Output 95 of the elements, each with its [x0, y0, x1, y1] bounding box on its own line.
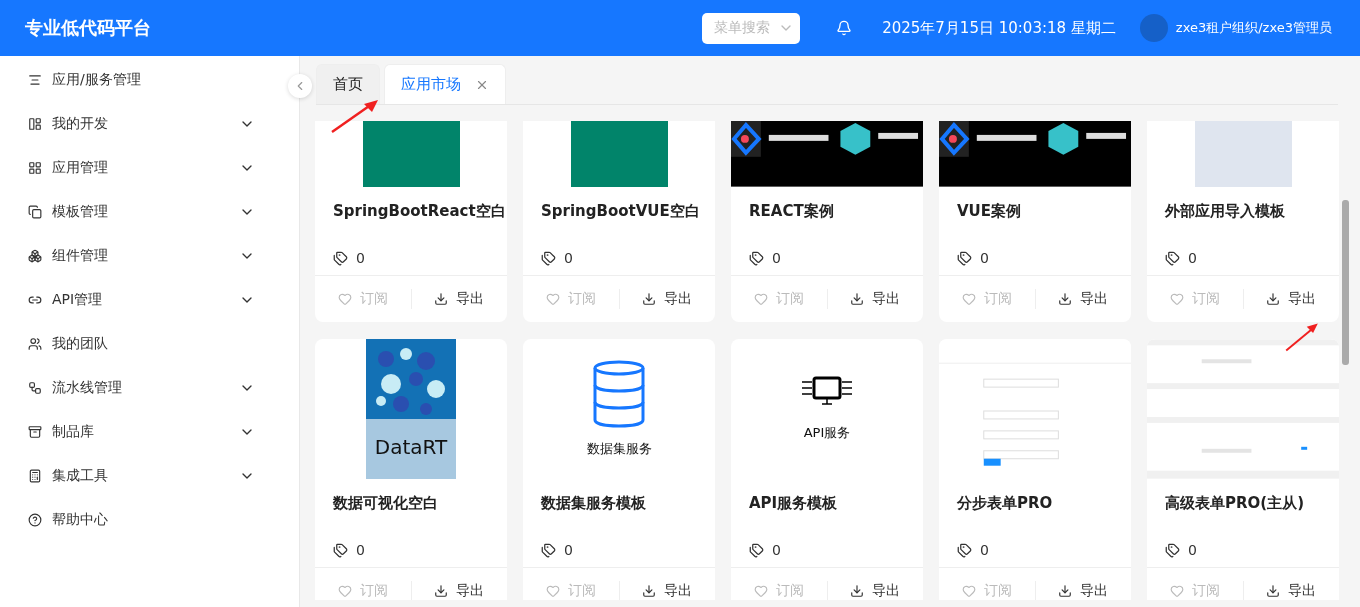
card-title: 外部应用导入模板 — [1164, 201, 1286, 222]
sidebar-item[interactable]: 流水线管理 — [0, 366, 283, 410]
sidebar-item[interactable]: 应用/服务管理 — [0, 58, 283, 102]
heart-icon — [545, 292, 560, 306]
tag-icon — [749, 250, 764, 266]
tag-icon — [1165, 250, 1180, 266]
card-title: 分步表单PRO — [956, 493, 1054, 514]
database-icon — [593, 360, 645, 428]
collapse-sidebar-button[interactable] — [288, 74, 312, 98]
sidebar-item[interactable]: 我的团队 — [0, 322, 283, 366]
heart-icon — [1169, 584, 1184, 598]
tag-count: 0 — [564, 542, 573, 558]
tag-icon — [333, 542, 348, 558]
download-icon — [434, 584, 449, 598]
heart-icon — [545, 584, 560, 598]
export-button[interactable]: 导出 — [826, 581, 923, 600]
menu-item-icon — [28, 513, 42, 527]
export-button[interactable]: 导出 — [1242, 581, 1339, 600]
tag-count: 0 — [1188, 542, 1197, 558]
heart-icon — [961, 292, 976, 306]
menu-item-icon — [28, 293, 42, 307]
notification-bell-icon[interactable] — [836, 20, 853, 36]
card-title: SpringBootReact空白 — [332, 201, 507, 222]
tag-icon — [749, 542, 764, 558]
tag-count: 0 — [356, 250, 365, 266]
export-button[interactable]: 导出 — [826, 289, 923, 309]
tag-icon — [541, 542, 556, 558]
export-button[interactable]: 导出 — [1034, 581, 1131, 600]
card-title: 高级表单PRO(主从) — [1164, 493, 1305, 514]
tag-count: 0 — [772, 250, 781, 266]
tag-count: 0 — [356, 542, 365, 558]
thumbnail-caption: API服务 — [803, 424, 851, 442]
heart-icon — [753, 584, 768, 598]
card-title: VUE案例 — [956, 201, 1023, 222]
menu-item-icon — [28, 161, 42, 175]
card-title: SpringBootVUE空白 — [540, 201, 701, 222]
download-icon — [1266, 292, 1281, 306]
export-button[interactable]: 导出 — [618, 581, 715, 600]
download-icon — [642, 292, 657, 306]
tag-count: 0 — [772, 542, 781, 558]
thumbnail-caption: DataRT — [374, 435, 448, 459]
card-title: API服务模板 — [748, 493, 839, 514]
export-button[interactable]: 导出 — [618, 289, 715, 309]
menu-item-icon — [28, 249, 42, 263]
tag-count: 0 — [980, 250, 989, 266]
tag-icon — [957, 542, 972, 558]
datetime-text: 2025年7月15日 10:03:18 星期二 — [882, 18, 1116, 38]
download-icon — [642, 584, 657, 598]
export-button[interactable]: 导出 — [410, 289, 507, 309]
download-icon — [1266, 584, 1281, 598]
tag-icon — [957, 250, 972, 266]
sidebar-item[interactable]: 集成工具 — [0, 454, 283, 498]
user-name[interactable]: zxe3租户组织/zxe3管理员 — [1175, 19, 1332, 37]
tag-count: 0 — [980, 542, 989, 558]
menu-item-icon — [28, 337, 42, 351]
sidebar-item[interactable]: 组件管理 — [0, 234, 283, 278]
menu-item-icon — [28, 469, 42, 483]
menu-item-icon — [28, 205, 42, 219]
heart-icon — [961, 584, 976, 598]
sidebar-item[interactable]: API管理 — [0, 278, 283, 322]
tag-count: 0 — [1188, 250, 1197, 266]
menu-item-icon — [28, 73, 42, 87]
card-title: REACT案例 — [748, 201, 835, 222]
sidebar-item[interactable]: 我的开发 — [0, 102, 283, 146]
heart-icon — [753, 292, 768, 306]
tag-icon — [541, 250, 556, 266]
sidebar-item[interactable]: 模板管理 — [0, 190, 283, 234]
heart-icon — [337, 584, 352, 598]
download-icon — [850, 584, 865, 598]
export-button[interactable]: 导出 — [1242, 289, 1339, 309]
app-title: 专业低代码平台 — [25, 16, 152, 40]
heart-icon — [1169, 292, 1184, 306]
tag-icon — [333, 250, 348, 266]
download-icon — [434, 292, 449, 306]
thumbnail-caption: 数据集服务 — [586, 440, 652, 458]
download-icon — [1058, 292, 1073, 306]
user-avatar[interactable] — [1139, 14, 1168, 42]
menu-item-icon — [28, 381, 42, 395]
heart-icon — [337, 292, 352, 306]
tag-icon — [1165, 542, 1180, 558]
download-icon — [1058, 584, 1073, 598]
tab[interactable]: 应用市场 — [384, 64, 506, 104]
sidebar-item[interactable]: 帮助中心 — [0, 498, 283, 542]
card-title: 数据集服务模板 — [540, 493, 647, 514]
card-title: 数据可视化空白 — [332, 493, 439, 514]
annotation-arrow-icon — [330, 98, 380, 134]
export-button[interactable]: 导出 — [410, 581, 507, 600]
download-icon — [850, 292, 865, 306]
tag-count: 0 — [564, 250, 573, 266]
sidebar-item[interactable]: 制品库 — [0, 410, 283, 454]
tab[interactable]: 首页 — [316, 64, 380, 104]
sidebar-item[interactable]: 应用管理 — [0, 146, 283, 190]
export-button[interactable]: 导出 — [1034, 289, 1131, 309]
menu-item-icon — [28, 117, 42, 131]
menu-item-icon — [28, 425, 42, 439]
